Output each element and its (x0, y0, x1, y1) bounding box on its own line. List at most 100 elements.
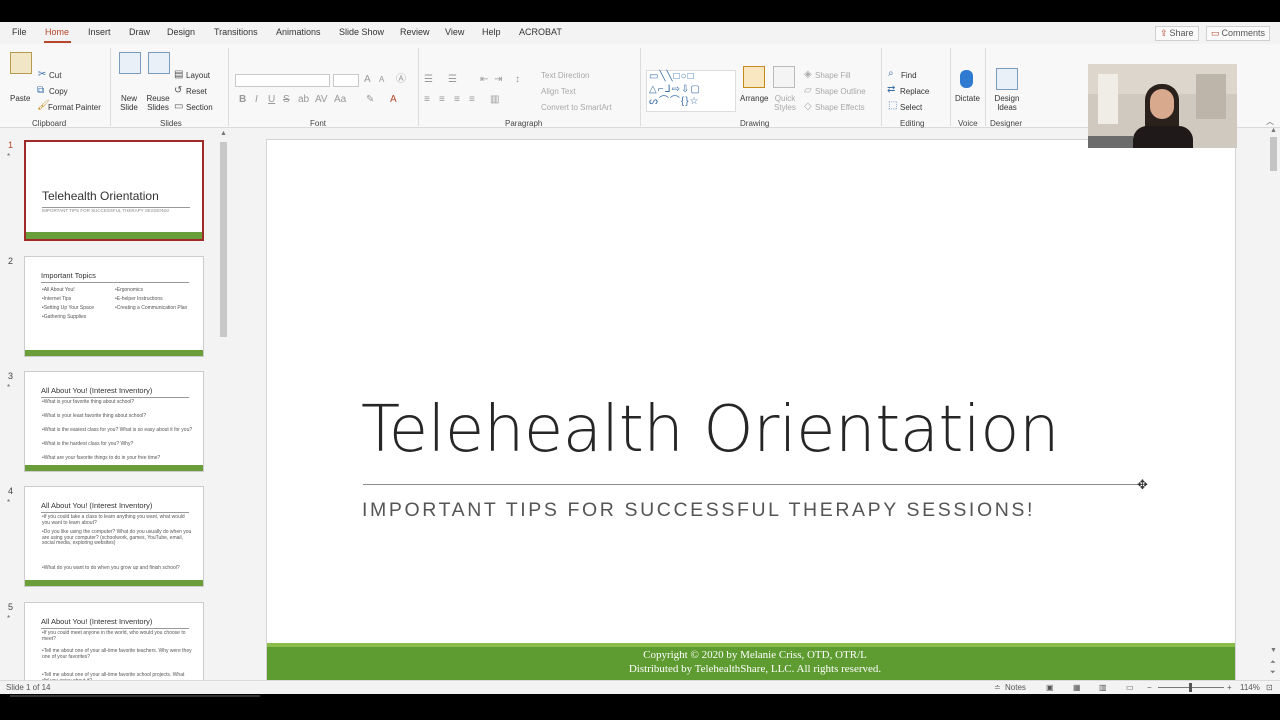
slide-title[interactable]: Telehealth Orientation (361, 393, 1060, 467)
reuse-slides-button[interactable]: Reuse Slides (144, 94, 172, 112)
bullets-icon[interactable]: ☰ (424, 75, 433, 85)
align-center-icon[interactable]: ≡ (439, 95, 445, 105)
group-label-designer: Designer (990, 119, 1023, 128)
reuse-slides-icon[interactable] (148, 52, 170, 74)
numbering-icon[interactable]: ☰ (448, 75, 457, 85)
slide-sorter-icon[interactable]: ▦ (1073, 683, 1081, 692)
clear-format-icon[interactable]: Ⓐ (396, 75, 406, 85)
scroll-down-icon[interactable]: ▼ (1270, 647, 1277, 654)
zoom-out-icon[interactable]: − (1147, 683, 1152, 692)
grow-font-icon[interactable]: A (364, 75, 371, 85)
layout-button[interactable]: Layout (186, 71, 210, 80)
tab-insert[interactable]: Insert (88, 27, 111, 37)
align-text-button[interactable]: Align Text (541, 87, 576, 96)
align-right-icon[interactable]: ≡ (454, 95, 460, 105)
tab-animations[interactable]: Animations (276, 27, 321, 37)
slide-scrollbar[interactable]: ▲ ▼ ⏶ ⏷ (1268, 127, 1279, 681)
font-size-box[interactable] (333, 74, 359, 87)
tab-home[interactable]: Home (45, 27, 69, 37)
paste-button[interactable]: Paste (10, 94, 30, 103)
shapes-gallery[interactable]: ▭╲╲□○□ △⌐ᒧ⇨⇩▢ ᔕ⌒⌒{}☆ (646, 70, 736, 112)
underline-icon[interactable]: U (268, 95, 275, 105)
tab-review[interactable]: Review (400, 27, 430, 37)
scroll-up-icon[interactable]: ▲ (220, 130, 227, 137)
webcam-table (1088, 136, 1133, 148)
shadow-icon[interactable]: ab (298, 95, 309, 105)
slide-thumbnail-4[interactable]: All About You! (Interest Inventory) •If … (24, 486, 204, 587)
slide-thumbnail-3[interactable]: All About You! (Interest Inventory) •Wha… (24, 371, 204, 472)
arrange-button[interactable]: Arrange (740, 94, 768, 103)
thumbnail-scrollbar[interactable]: ▲ ▼ (219, 130, 228, 681)
share-button[interactable]: ⇪ Share (1155, 26, 1199, 41)
zoom-slider-thumb[interactable] (1189, 683, 1192, 692)
tab-help[interactable]: Help (482, 27, 501, 37)
shape-effects-button[interactable]: Shape Effects (815, 103, 865, 112)
highlight-icon[interactable]: ✎ (366, 95, 374, 105)
quick-styles-button[interactable]: Quick Styles (772, 94, 798, 112)
zoom-in-icon[interactable]: + (1227, 683, 1232, 692)
shape-outline-button[interactable]: Shape Outline (815, 87, 866, 96)
reading-view-icon[interactable]: ▥ (1099, 683, 1107, 692)
slide-thumbnail-5[interactable]: All About You! (Interest Inventory) •If … (24, 602, 204, 681)
char-spacing-icon[interactable]: AV (315, 95, 328, 105)
presenter-webcam (1088, 64, 1237, 148)
scrollbar-thumb[interactable] (220, 142, 227, 337)
select-button[interactable]: Select (900, 103, 922, 112)
copy-button[interactable]: Copy (49, 87, 68, 96)
normal-view-icon[interactable]: ▣ (1046, 683, 1054, 692)
format-painter-button[interactable]: Format Painter (48, 103, 101, 112)
tab-acrobat[interactable]: ACROBAT (519, 27, 562, 37)
next-slide-icon[interactable]: ⏷ (1270, 669, 1276, 677)
font-name-box[interactable] (235, 74, 330, 87)
shrink-font-icon[interactable]: A (379, 76, 384, 84)
justify-icon[interactable]: ≡ (469, 95, 475, 105)
replace-button[interactable]: Replace (900, 87, 929, 96)
new-slide-button[interactable]: New Slide (116, 94, 142, 112)
tab-slide-show[interactable]: Slide Show (339, 27, 384, 37)
text-direction-button[interactable]: Text Direction (541, 71, 589, 80)
font-color-icon[interactable]: A (390, 95, 397, 105)
fit-to-window-icon[interactable]: ⊡ (1266, 683, 1273, 692)
microphone-icon[interactable] (960, 70, 973, 88)
design-ideas-button[interactable]: Design Ideas (993, 94, 1021, 112)
previous-slide-icon[interactable]: ⏶ (1270, 659, 1276, 667)
arrange-icon[interactable] (743, 66, 765, 88)
slide-thumbnail-2[interactable]: Important Topics •All About You! •Intern… (24, 256, 204, 357)
line-spacing-icon[interactable]: ↕ (515, 75, 520, 85)
scrollbar-thumb[interactable] (1270, 137, 1277, 171)
zoom-level[interactable]: 114% (1240, 683, 1260, 692)
reset-button[interactable]: Reset (186, 87, 207, 96)
slide-thumbnail-1[interactable]: Telehealth Orientation IMPORTANT TIPS FO… (24, 140, 204, 241)
cut-button[interactable]: Cut (49, 71, 61, 80)
slide-show-icon[interactable]: ▭ (1126, 683, 1134, 692)
tab-transitions[interactable]: Transitions (214, 27, 258, 37)
collapse-ribbon-icon[interactable]: ︿ (1266, 118, 1274, 126)
slide-canvas[interactable]: Telehealth Orientation ✥ IMPORTANT TIPS … (266, 139, 1236, 684)
shape-fill-button[interactable]: Shape Fill (815, 71, 851, 80)
paste-icon[interactable] (10, 52, 32, 74)
tab-draw[interactable]: Draw (129, 27, 150, 37)
bold-icon[interactable]: B (239, 95, 246, 105)
quick-styles-icon[interactable] (773, 66, 795, 88)
convert-smartart-button[interactable]: Convert to SmartArt (541, 103, 612, 112)
align-left-icon[interactable]: ≡ (424, 95, 430, 105)
strikethrough-icon[interactable]: S (283, 95, 290, 105)
change-case-icon[interactable]: Aa (334, 95, 346, 105)
new-slide-icon[interactable] (119, 52, 141, 74)
comments-button[interactable]: ▭ Comments (1206, 26, 1271, 41)
dictate-button[interactable]: Dictate (955, 94, 980, 103)
design-ideas-icon[interactable] (996, 68, 1018, 90)
slide-number: 3 (8, 371, 14, 381)
decrease-indent-icon[interactable]: ⇤ (480, 75, 488, 85)
tab-file[interactable]: File (12, 27, 27, 37)
notes-button[interactable]: Notes (1005, 683, 1026, 692)
increase-indent-icon[interactable]: ⇥ (494, 75, 502, 85)
find-button[interactable]: Find (901, 71, 917, 80)
tab-design[interactable]: Design (167, 27, 195, 37)
columns-icon[interactable]: ▥ (490, 95, 499, 105)
tab-view[interactable]: View (445, 27, 464, 37)
section-button[interactable]: Section (186, 103, 213, 112)
scroll-up-icon[interactable]: ▲ (1270, 127, 1277, 134)
slide-subtitle[interactable]: IMPORTANT TIPS FOR SUCCESSFUL THERAPY SE… (362, 499, 1035, 522)
italic-icon[interactable]: I (255, 95, 258, 105)
